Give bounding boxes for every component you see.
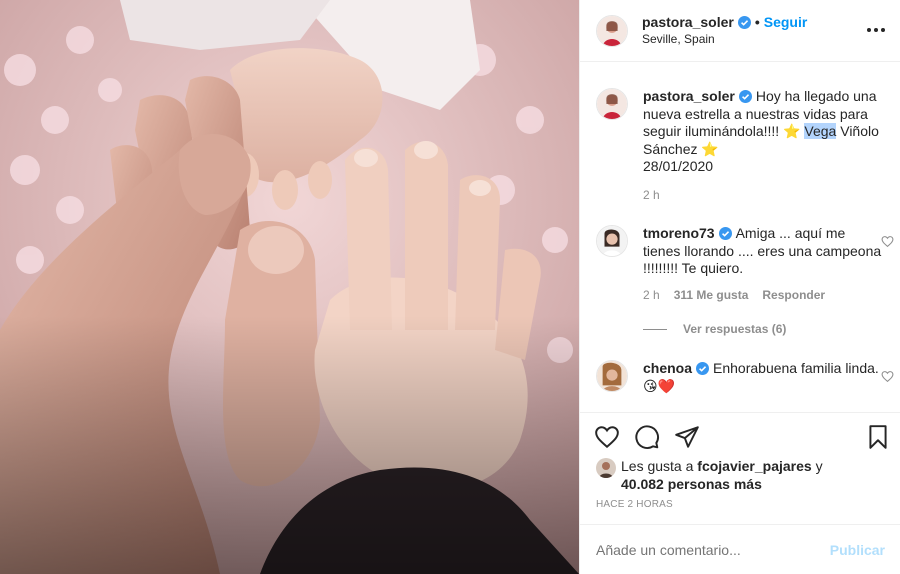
post-photo[interactable] [0, 0, 579, 574]
separator-dot: • [754, 13, 760, 30]
likes-text: Les gusta a fcojavier_pajares y 40.082 p… [621, 458, 896, 493]
verified-badge-icon [696, 362, 710, 375]
like-comment-heart-icon[interactable] [881, 235, 894, 248]
verified-badge-icon [718, 227, 732, 240]
add-comment-bar: Publicar [580, 524, 900, 574]
verified-badge-icon [737, 15, 751, 29]
caption-date: 28/01/2020 [643, 158, 714, 174]
author-username[interactable]: pastora_soler [642, 14, 734, 30]
comment-username[interactable]: chenoa [643, 360, 692, 376]
post-time-ago[interactable]: HACE 2 HORAS [596, 499, 673, 510]
comment-bubble-icon[interactable] [634, 424, 660, 450]
follow-button[interactable]: Seguir [764, 14, 808, 30]
caption-username[interactable]: pastora_soler [643, 88, 735, 104]
comment-time[interactable]: 2 h [643, 288, 660, 302]
comment-item: tmoreno73 Amiga ... aquí me tienes lloran… [596, 225, 894, 302]
post-actions: Les gusta a fcojavier_pajares y 40.082 p… [580, 412, 900, 524]
verified-badge-icon [738, 90, 752, 103]
avatar[interactable] [596, 14, 628, 47]
comment-input[interactable] [596, 541, 830, 558]
avatar[interactable] [596, 88, 628, 120]
save-bookmark-icon[interactable] [865, 424, 891, 450]
view-replies-label: Ver respuestas (6) [683, 322, 787, 336]
comment-text: tmoreno73 Amiga ... aquí me tienes lloran… [643, 225, 886, 278]
publish-button[interactable]: Publicar [830, 542, 885, 558]
post-header: pastora_soler • Seguir Seville, Spain [580, 0, 900, 62]
likes-count[interactable]: 40.082 personas más [621, 476, 762, 492]
like-comment-heart-icon[interactable] [881, 370, 894, 383]
header-meta: pastora_soler • Seguir Seville, Spain [642, 14, 807, 48]
liker-avatar[interactable] [596, 458, 616, 478]
caption: pastora_soler Hoy ha llegado una nueva es… [596, 88, 886, 202]
caption-time[interactable]: 2 h [643, 188, 660, 202]
avatar[interactable] [596, 225, 628, 257]
reply-button[interactable]: Responder [762, 288, 825, 302]
likes-summary: Les gusta a fcojavier_pajares y 40.082 p… [596, 458, 896, 493]
replies-divider [643, 328, 667, 330]
view-replies-button[interactable]: Ver respuestas (6) [643, 322, 786, 336]
caption-highlight: Vega [804, 123, 837, 139]
avatar[interactable] [596, 360, 628, 392]
more-options-icon[interactable] [867, 22, 887, 38]
baby-hands-photo [0, 0, 579, 574]
liker-username[interactable]: fcojavier_pajares [697, 458, 811, 474]
caption-meta: 2 h [643, 188, 886, 202]
likes-middle: y [811, 458, 823, 474]
caption-text: pastora_soler Hoy ha llegado una nueva es… [643, 88, 886, 176]
comment-username[interactable]: tmoreno73 [643, 225, 715, 241]
share-paper-plane-icon[interactable] [674, 424, 700, 450]
action-icons [594, 424, 700, 450]
like-heart-icon[interactable] [594, 424, 620, 450]
comment-likes[interactable]: 311 Me gusta [674, 288, 749, 302]
comment-item: chenoa Enhorabuena familia linda.😘❤️ [596, 360, 894, 395]
instagram-post: pastora_soler • Seguir Seville, Spain past… [0, 0, 900, 574]
location-link[interactable]: Seville, Spain [642, 31, 807, 48]
comment-text: chenoa Enhorabuena familia linda.😘❤️ [643, 360, 886, 395]
likes-prefix: Les gusta a [621, 458, 698, 474]
comment-meta: 2 h 311 Me gusta Responder [643, 288, 886, 302]
comments-list: pastora_soler Hoy ha llegado una nueva es… [580, 63, 900, 412]
post-sidebar: pastora_soler • Seguir Seville, Spain past… [579, 0, 900, 574]
